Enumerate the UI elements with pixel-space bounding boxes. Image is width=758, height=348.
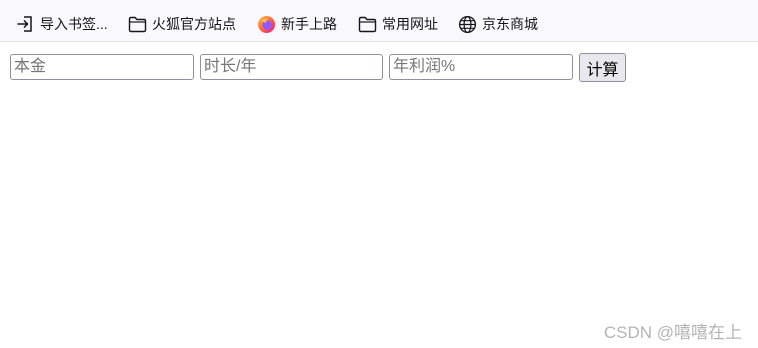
rate-input[interactable] [389, 54, 573, 80]
bookmark-label: 火狐官方站点 [152, 16, 236, 32]
firefox-icon [256, 14, 276, 34]
globe-icon [457, 14, 477, 34]
calculate-button[interactable]: 计算 [579, 53, 626, 82]
folder-icon [357, 14, 377, 34]
principal-input[interactable] [10, 54, 194, 80]
bookmark-jd-mall[interactable]: 京东商城 [457, 13, 538, 35]
folder-icon [127, 14, 147, 34]
bookmark-common-sites[interactable]: 常用网址 [357, 13, 438, 35]
bookmark-firefox-official[interactable]: 火狐官方站点 [127, 13, 236, 35]
bookmark-import[interactable]: 导入书签... [15, 13, 108, 35]
watermark: CSDN @嘻嘻在上 [603, 323, 742, 342]
bookmark-getting-started[interactable]: 新手上路 [256, 13, 337, 35]
bookmark-label: 常用网址 [382, 16, 438, 32]
bookmark-label: 京东商城 [482, 16, 538, 32]
bookmark-label: 新手上路 [281, 16, 337, 32]
import-icon [15, 14, 35, 34]
bookmark-label: 导入书签... [40, 16, 108, 32]
duration-input[interactable] [200, 54, 383, 80]
bookmarks-toolbar: 导入书签... 火狐官方站点 新手上路 常用网址 京东商城 [0, 0, 758, 42]
